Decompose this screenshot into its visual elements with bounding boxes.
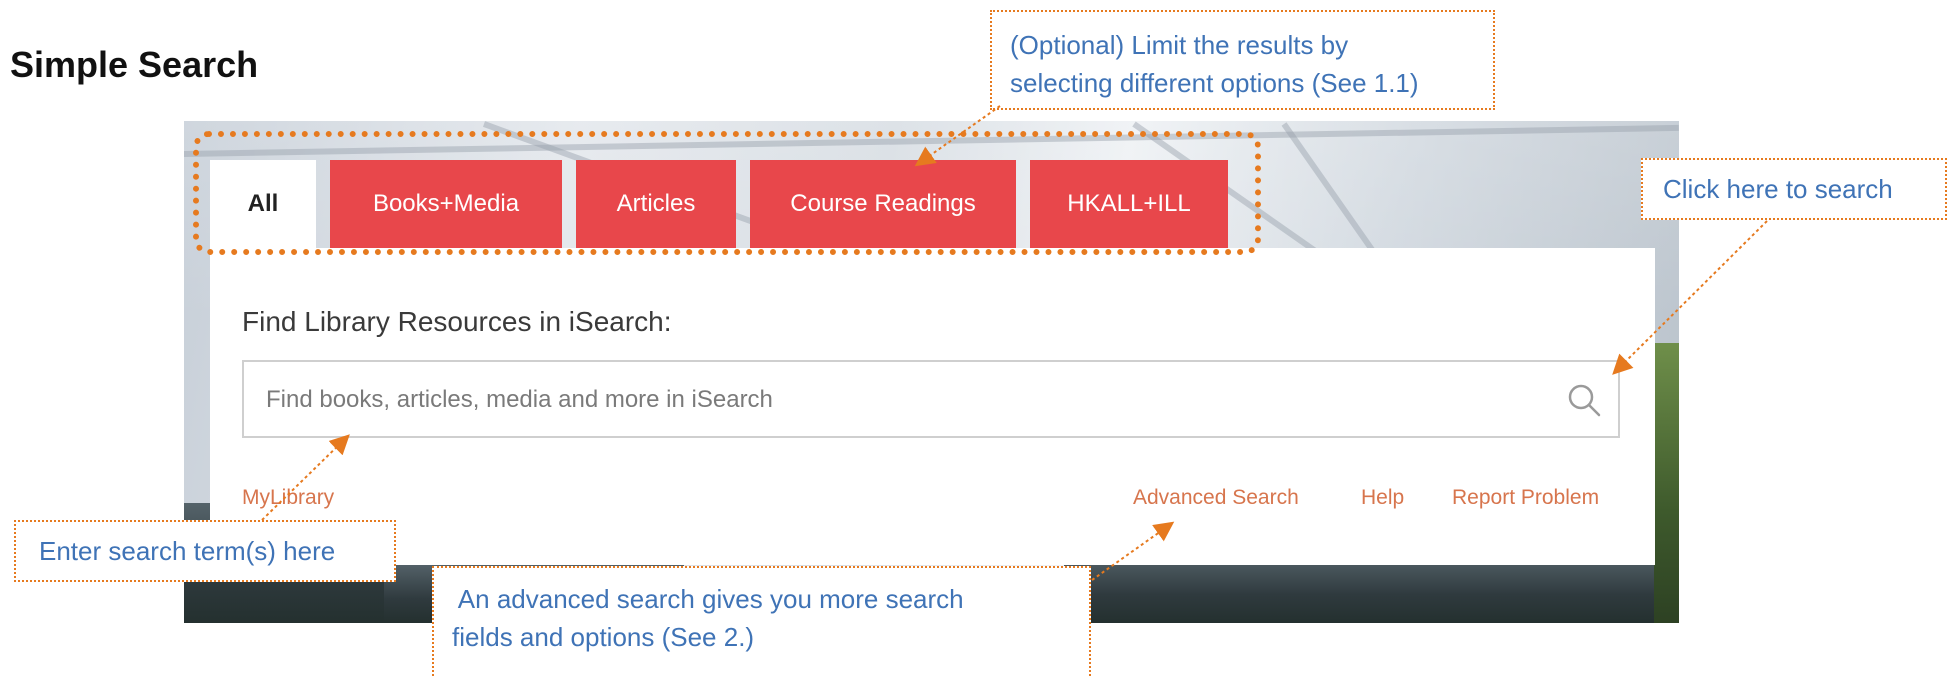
search-input-annotation: Enter search term(s) here <box>14 520 396 582</box>
tabs-annotation: (Optional) Limit the results by selectin… <box>990 10 1495 110</box>
search-input[interactable] <box>264 362 1548 438</box>
mylibrary-link[interactable]: MyLibrary <box>242 486 334 510</box>
search-icon[interactable] <box>1566 382 1602 418</box>
page-title: Simple Search <box>10 44 259 85</box>
greenery <box>1654 343 1679 623</box>
search-heading: Find Library Resources in iSearch: <box>242 306 672 337</box>
report-problem-link[interactable]: Report Problem <box>1452 486 1599 510</box>
help-link[interactable]: Help <box>1361 486 1404 510</box>
advanced-search-link[interactable]: Advanced Search <box>1133 486 1299 510</box>
search-box <box>242 360 1620 438</box>
tabs-highlight <box>193 131 1261 255</box>
search-button-annotation: Click here to search <box>1641 158 1947 220</box>
search-panel: Find Library Resources in iSearch: MyLib… <box>210 248 1655 565</box>
